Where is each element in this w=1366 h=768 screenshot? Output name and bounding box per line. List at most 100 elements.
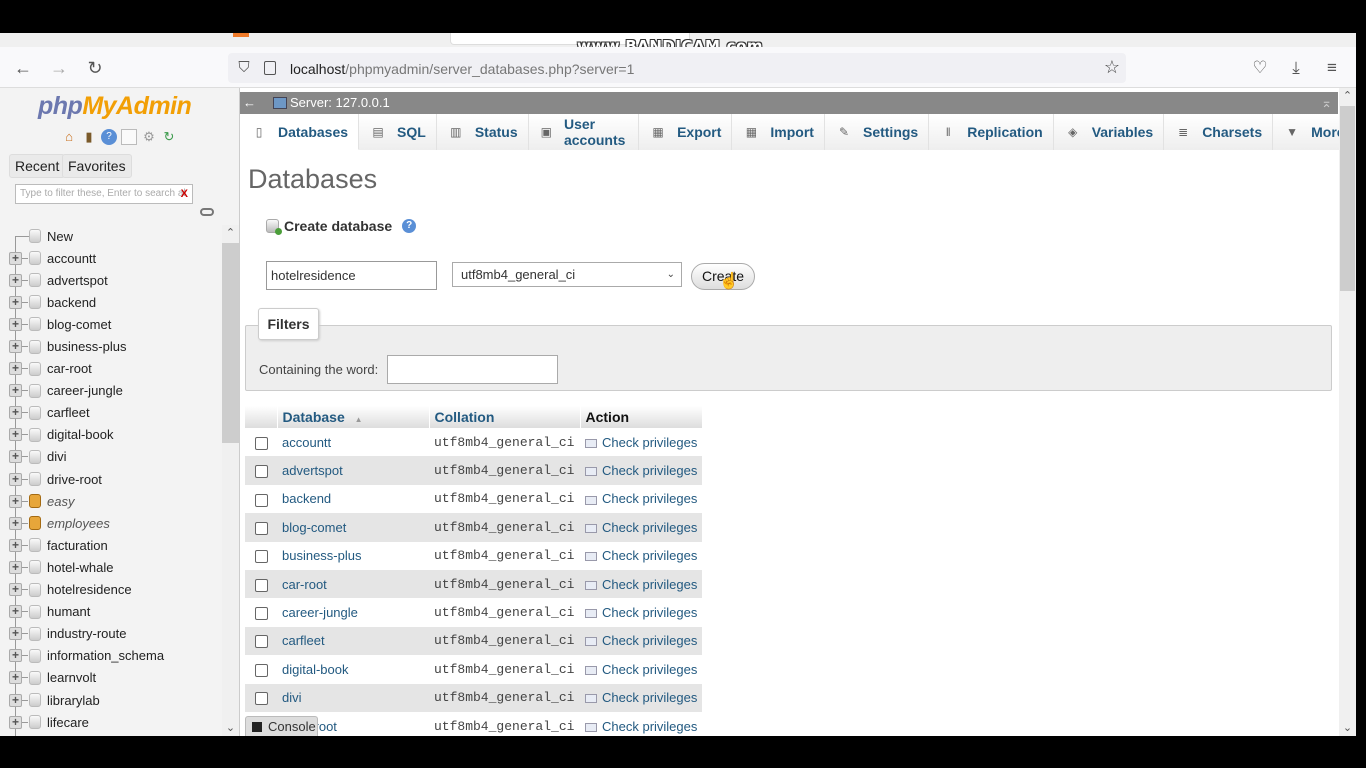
expand-plus-icon[interactable]: + <box>9 472 22 486</box>
tree-item-label[interactable]: hotelresidence <box>47 582 132 597</box>
containing-word-input[interactable] <box>387 355 558 384</box>
database-name-link[interactable]: blog-comet <box>277 513 429 542</box>
tree-item-database[interactable]: + employees <box>0 512 222 534</box>
console-toggle[interactable]: Console <box>245 716 318 736</box>
tree-item-database[interactable]: + carfleet <box>0 402 222 424</box>
tab-more[interactable]: ▼ More <box>1273 114 1340 150</box>
tree-item-database[interactable]: + hotelresidence <box>0 579 222 601</box>
expand-plus-icon[interactable]: + <box>9 693 22 707</box>
check-privileges-link[interactable]: Check privileges <box>580 655 703 684</box>
tree-item-database[interactable]: + hotel-whale <box>0 556 222 578</box>
main-scrollbar[interactable]: ⌃ ⌄ <box>1339 88 1356 736</box>
tab-user-accounts[interactable]: ▣ User accounts <box>528 114 640 150</box>
tree-item-label[interactable]: humant <box>47 604 90 619</box>
collation-column-header[interactable]: Collation <box>429 406 581 428</box>
tree-item-database[interactable]: + career-jungle <box>0 380 222 402</box>
tree-item-label[interactable]: industry-route <box>47 626 126 641</box>
database-name-link[interactable]: career-jungle <box>277 598 429 627</box>
tab-export[interactable]: ▦ Export <box>639 114 733 150</box>
row-checkbox[interactable] <box>254 521 268 535</box>
row-checkbox[interactable] <box>254 663 268 677</box>
pocket-icon[interactable]: ♡ <box>1249 58 1271 78</box>
back-arrow-icon[interactable]: ← <box>12 57 34 79</box>
check-privileges-link[interactable]: Check privileges <box>580 428 703 457</box>
tree-item-label[interactable]: business-plus <box>47 339 127 354</box>
database-name-link[interactable]: advertspot <box>277 456 429 485</box>
tree-item-database[interactable]: + business-plus <box>0 335 222 357</box>
expand-plus-icon[interactable]: + <box>9 494 22 508</box>
row-checkbox[interactable] <box>254 493 268 507</box>
database-name-input[interactable] <box>266 261 437 290</box>
logout-icon[interactable]: ▮ <box>81 129 97 145</box>
recent-button[interactable]: Recent <box>9 154 66 178</box>
tree-item-database[interactable]: + facturation <box>0 534 222 556</box>
scrollbar-thumb[interactable] <box>1340 106 1355 291</box>
tree-item-label[interactable]: blog-comet <box>47 317 111 332</box>
docs-icon[interactable] <box>121 129 137 145</box>
check-privileges-link[interactable]: Check privileges <box>580 484 703 514</box>
tree-item-database[interactable]: + humant <box>0 601 222 623</box>
clear-filter-icon[interactable]: X <box>181 185 188 203</box>
tree-item-label[interactable]: advertspot <box>47 273 108 288</box>
tree-item-label[interactable]: information_schema <box>47 648 164 663</box>
database-name-link[interactable]: accountt <box>277 428 429 457</box>
tree-item-label[interactable]: car-root <box>47 361 92 376</box>
tree-item-label[interactable]: backend <box>47 295 96 310</box>
tree-item-label[interactable]: carfleet <box>47 405 90 420</box>
url-bar[interactable]: ⛉ localhost/phpmyadmin/server_databases.… <box>228 53 1126 83</box>
tree-item-database[interactable]: + advertspot <box>0 269 222 291</box>
tree-item-database[interactable]: + drive-root <box>0 468 222 490</box>
tree-item-database[interactable]: + divi <box>0 446 222 468</box>
tree-item-label[interactable]: accountt <box>47 251 96 266</box>
sidebar-scrollbar[interactable]: ⌃ ⌄ <box>222 225 239 736</box>
tree-item-database[interactable]: + digital-book <box>0 424 222 446</box>
database-name-link[interactable]: divi <box>277 683 429 712</box>
database-name-link[interactable]: carfleet <box>277 626 429 656</box>
scroll-down-icon[interactable]: ⌄ <box>222 720 239 736</box>
expand-plus-icon[interactable]: + <box>9 428 22 442</box>
check-privileges-link[interactable]: Check privileges <box>580 683 703 712</box>
expand-plus-icon[interactable]: + <box>9 605 22 619</box>
check-privileges-link[interactable]: Check privileges <box>580 513 703 542</box>
tree-item-database[interactable]: + backend <box>0 291 222 313</box>
database-name-link[interactable]: digital-book <box>277 655 429 684</box>
tree-item-label[interactable]: career-jungle <box>47 383 123 398</box>
expand-plus-icon[interactable]: + <box>9 715 22 729</box>
tree-item-database[interactable]: + industry-route <box>0 623 222 645</box>
row-checkbox[interactable] <box>254 436 268 450</box>
check-privileges-link[interactable]: Check privileges <box>580 711 703 736</box>
tab-settings[interactable]: ✎ Settings <box>824 114 930 150</box>
tree-item-label[interactable]: lifecare <box>47 715 89 730</box>
tree-item-database[interactable]: + lifecare <box>0 711 222 733</box>
shield-icon[interactable]: ⛉ <box>236 59 252 77</box>
row-checkbox[interactable] <box>254 465 268 479</box>
tab-replication[interactable]: ‖ Replication <box>929 114 1054 150</box>
tab-variables[interactable]: ◈ Variables <box>1053 114 1165 150</box>
expand-plus-icon[interactable]: + <box>9 340 22 354</box>
forward-arrow-icon[interactable]: → <box>48 57 70 79</box>
phpmyadmin-logo[interactable]: phpMyAdmin <box>38 92 192 121</box>
tree-item-label[interactable]: librarylab <box>47 693 100 708</box>
tab-status[interactable]: ▥ Status <box>436 114 529 150</box>
expand-plus-icon[interactable]: + <box>9 516 22 530</box>
scroll-up-icon[interactable]: ⌃ <box>1339 88 1356 104</box>
tree-item-label[interactable]: drive-root <box>47 472 102 487</box>
favorites-button[interactable]: Favorites <box>62 154 132 178</box>
tab-import[interactable]: ▦ Import <box>732 114 825 150</box>
row-checkbox[interactable] <box>254 578 268 592</box>
server-breadcrumb[interactable]: Server: 127.0.0.1 <box>290 92 390 114</box>
tree-item-label[interactable]: facturation <box>47 538 108 553</box>
tree-item-label[interactable]: learnvolt <box>47 670 96 685</box>
bookmark-star-icon[interactable]: ☆ <box>1104 57 1120 78</box>
expand-plus-icon[interactable]: + <box>9 627 22 641</box>
expand-plus-icon[interactable]: + <box>9 538 22 552</box>
collation-select[interactable]: utf8mb4_general_ci ⌄ <box>452 262 682 287</box>
help-icon[interactable]: ? <box>402 219 417 233</box>
expand-plus-icon[interactable]: + <box>9 583 22 597</box>
database-header-label[interactable]: Database <box>283 409 345 425</box>
expand-plus-icon[interactable]: + <box>9 273 22 287</box>
tree-item-label[interactable]: hotel-whale <box>47 560 114 575</box>
database-name-link[interactable]: backend <box>277 484 429 514</box>
collapse-top-icon[interactable]: ⌅ <box>1321 92 1332 114</box>
tree-item-database[interactable]: + blog-comet <box>0 313 222 335</box>
